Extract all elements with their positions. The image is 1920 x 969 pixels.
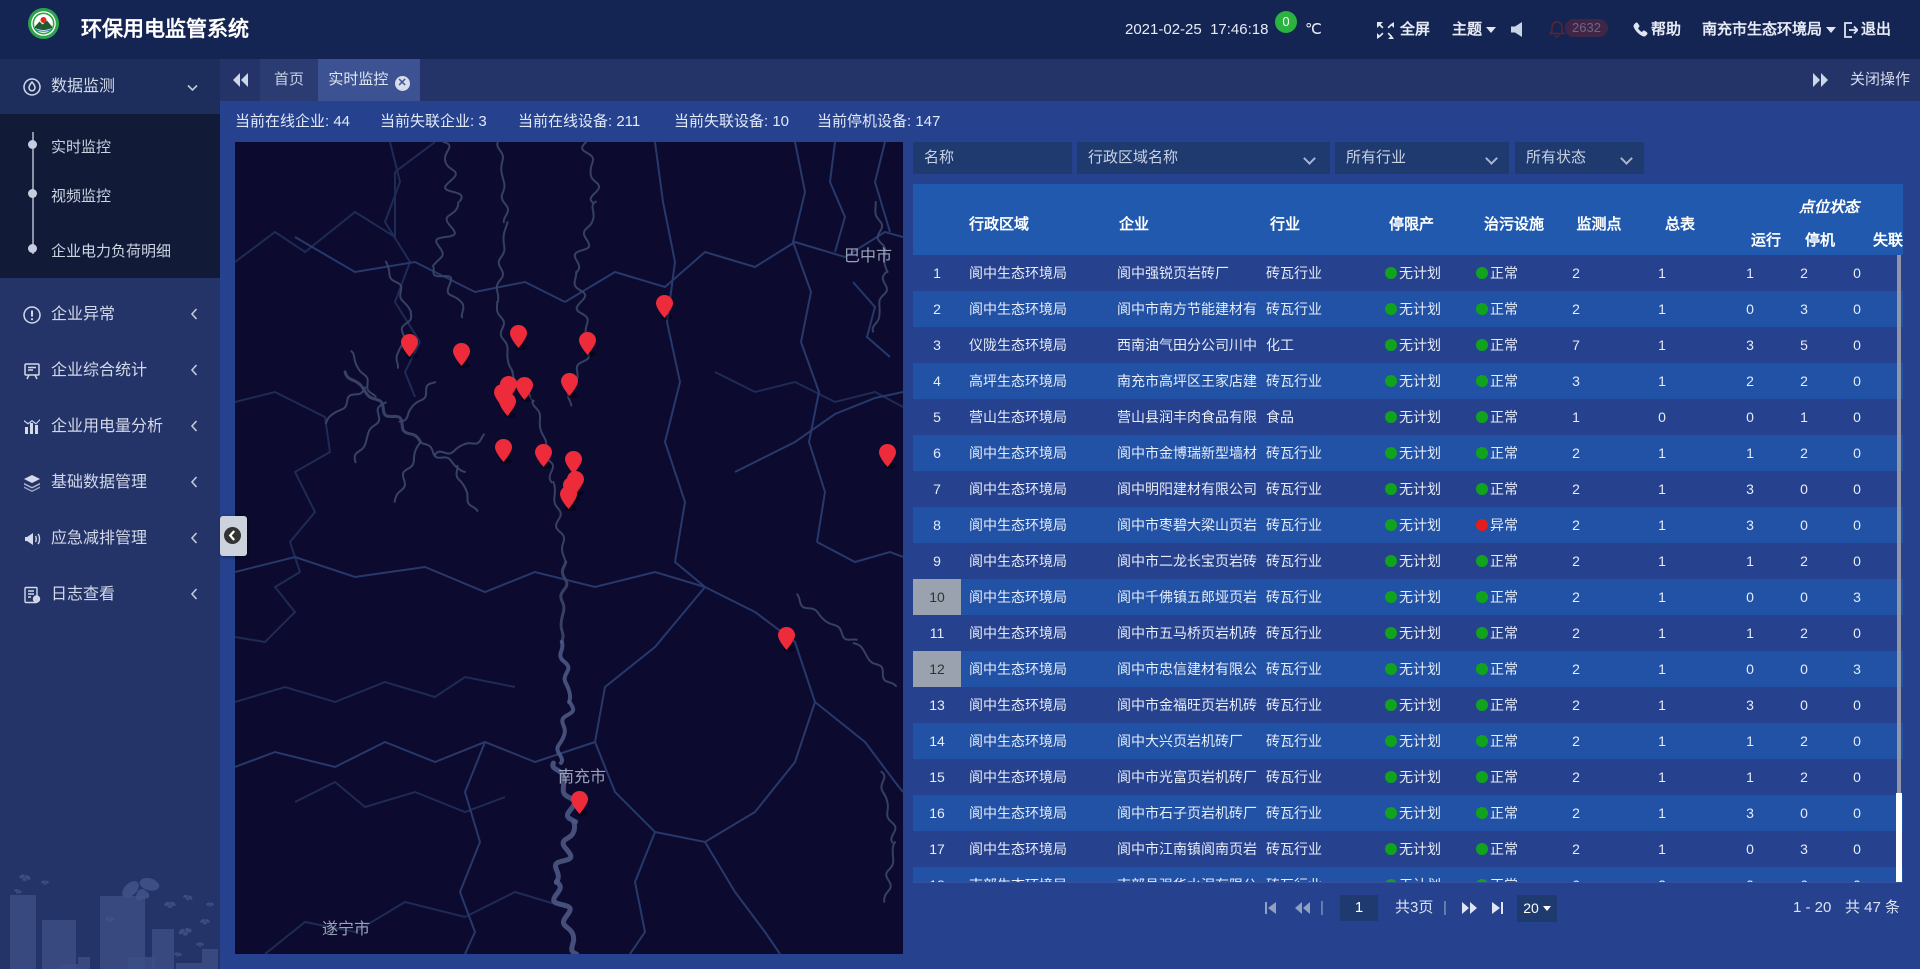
svg-text:南充市: 南充市	[558, 768, 606, 786]
svg-text:遂宁市: 遂宁市	[322, 920, 370, 938]
svg-text:巴中市: 巴中市	[844, 247, 892, 265]
